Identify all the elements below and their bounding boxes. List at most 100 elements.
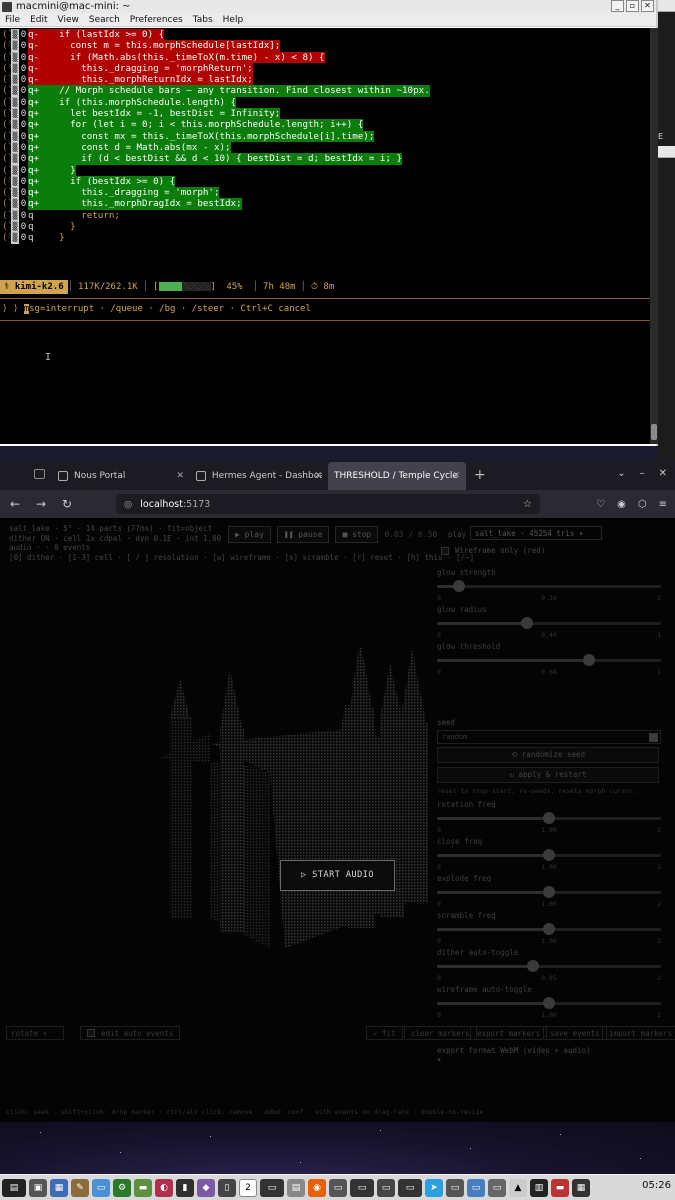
workspace-icon[interactable]: ▯ <box>218 1178 236 1197</box>
menu-tabs[interactable]: Tabs <box>193 15 213 25</box>
telegram-icon[interactable]: ➤ <box>425 1178 443 1197</box>
settings-icon[interactable]: ⚙ <box>113 1178 131 1197</box>
menu-view[interactable]: View <box>58 15 79 25</box>
tab-list-chevron-icon[interactable]: ⌄ <box>617 468 625 479</box>
import-markers-button[interactable]: import markers <box>602 1026 675 1040</box>
new-tab-icon[interactable]: + <box>474 467 486 483</box>
slider-knob[interactable] <box>583 654 596 666</box>
terminal-task-icon[interactable]: ▭ <box>260 1178 284 1197</box>
edit-auto-events-checkbox[interactable] <box>87 1029 95 1037</box>
close-icon[interactable]: ✕ <box>641 0 654 12</box>
close-tab-icon[interactable]: ✕ <box>314 471 322 481</box>
slider-dither-auto-toggle[interactable]: dither auto-toggle 0 0.85 2 <box>437 948 661 982</box>
slider-scramble-freq[interactable]: scramble freq 0 1.00 2 <box>437 911 661 945</box>
app-icon[interactable]: ◆ <box>197 1178 215 1197</box>
firefox-icon[interactable]: ◉ <box>308 1178 326 1197</box>
terminal-titlebar[interactable]: macmini@mac-mini: ~ _ ▫ ✕ <box>0 0 656 13</box>
temple-render[interactable] <box>150 648 480 968</box>
tab-nous-portal[interactable]: Nous Portal ✕ <box>52 462 190 490</box>
terminal-task-icon[interactable]: ▭ <box>398 1178 422 1197</box>
forward-icon[interactable]: → <box>34 497 48 511</box>
back-icon[interactable]: ← <box>8 497 22 511</box>
app-icon[interactable]: ▤ <box>287 1178 305 1197</box>
save-events-button[interactable]: save events <box>543 1026 607 1040</box>
flag-icon[interactable]: ▬ <box>551 1178 569 1197</box>
url-bar[interactable]: ◎ localhost:5173 ☆ <box>116 494 540 514</box>
terminal-scrollbar[interactable] <box>650 28 658 444</box>
pause-button[interactable]: ❚❚ pause <box>276 526 330 543</box>
slider-knob[interactable] <box>520 617 533 629</box>
slider-knob[interactable] <box>543 849 555 861</box>
model-select[interactable]: salt_lake · 45254 tris ▾ <box>470 526 602 540</box>
tab-threshold[interactable]: THRESHOLD / Temple Cycle ✕ <box>328 462 466 490</box>
background-window[interactable]: E <box>658 0 675 460</box>
slider-knob[interactable] <box>543 812 555 824</box>
stop-button[interactable]: ■ stop <box>335 526 379 543</box>
app-icon[interactable]: ▬ <box>134 1178 152 1197</box>
close-tab-icon[interactable]: ✕ <box>452 471 460 481</box>
play-button[interactable]: ▶ play <box>228 526 271 543</box>
workspace-switcher-icon[interactable]: 2 <box>239 1178 257 1197</box>
wireframe-checkbox[interactable] <box>441 546 449 555</box>
close-icon[interactable]: ✕ <box>659 468 667 479</box>
minimize-icon[interactable]: – <box>640 468 645 479</box>
fit-button[interactable]: ✓ fit <box>366 1026 403 1040</box>
site-info-icon[interactable]: ◎ <box>124 499 132 510</box>
tab-overview-icon[interactable] <box>34 469 45 479</box>
close-tab-icon[interactable]: ✕ <box>176 471 184 481</box>
menu-file[interactable]: File <box>5 15 20 25</box>
app-icon[interactable]: ▲ <box>509 1178 527 1197</box>
reload-icon[interactable]: ↻ <box>60 497 74 511</box>
slider-explode-freq[interactable]: explode freq 0 1.00 2 <box>437 874 661 908</box>
slider-close-freq[interactable]: close freq 0 1.00 2 <box>437 837 661 871</box>
slider-knob[interactable] <box>527 960 540 972</box>
extensions-icon[interactable]: ⬡ <box>638 499 647 510</box>
app-icon[interactable]: ▭ <box>329 1178 347 1197</box>
folder-icon[interactable]: ▭ <box>92 1178 110 1197</box>
terminal-icon[interactable]: ▮ <box>176 1178 194 1197</box>
media-icon[interactable]: ◐ <box>155 1178 173 1197</box>
network-icon[interactable]: ▦ <box>572 1178 590 1197</box>
menu-preferences[interactable]: Preferences <box>130 15 183 25</box>
files-icon[interactable]: ▦ <box>50 1178 68 1197</box>
minimize-icon[interactable]: _ <box>611 0 624 12</box>
app-icon[interactable]: ▭ <box>488 1178 506 1197</box>
menu-help[interactable]: Help <box>223 15 244 25</box>
slider-glow-radius[interactable]: glow radius 0 0.40 1 <box>437 605 661 639</box>
terminal-task-icon[interactable]: ▭ <box>350 1178 374 1197</box>
apply-restart-button[interactable]: ↻ apply & restart <box>437 767 659 783</box>
menu-icon[interactable]: ≡ <box>659 499 667 510</box>
app-icon[interactable]: ▭ <box>446 1178 464 1197</box>
randomize-seed-button[interactable]: ⟲ randomize seed <box>437 747 659 763</box>
clock[interactable]: 05:26 <box>642 1180 671 1191</box>
seed-lock-icon[interactable] <box>649 733 658 742</box>
slider-knob[interactable] <box>453 580 466 592</box>
menu-search[interactable]: Search <box>89 15 120 25</box>
show-desktop-icon[interactable]: ▣ <box>29 1178 47 1197</box>
editor-icon[interactable]: ✎ <box>71 1178 89 1197</box>
export-markers-button[interactable]: export markers <box>470 1026 548 1040</box>
slider-rotation-freq[interactable]: rotation freq 0 1.00 2 <box>437 800 661 834</box>
tab-hermes-dashboard[interactable]: Hermes Agent - Dashboard ✕ <box>190 462 328 490</box>
edit-auto-events-toggle[interactable]: edit auto events <box>80 1026 181 1040</box>
slider-wireframe-auto-toggle[interactable]: wireframe auto-toggle 0 1.00 2 <box>437 985 661 1019</box>
start-menu-icon[interactable]: ▤ <box>2 1178 26 1197</box>
bookmark-star-icon[interactable]: ☆ <box>523 499 532 510</box>
slider-glow-strength[interactable]: glow strength 0 0.10 2 <box>437 568 661 602</box>
tray-icon[interactable]: ▥ <box>530 1178 548 1197</box>
page-viewport[interactable]: salt_lake · 5° · 14 parts (77ms) · fit=o… <box>0 518 675 1122</box>
slider-glow-threshold[interactable]: glow threshold 0 0.68 1 <box>437 642 661 676</box>
slider-knob[interactable] <box>543 886 555 898</box>
folder-icon[interactable]: ▭ <box>467 1178 485 1197</box>
input-prompt[interactable]: ⟩ ⟩ msg=interrupt · /queue · /bg · /stee… <box>2 304 311 314</box>
account-icon[interactable]: ◉ <box>617 499 626 510</box>
terminal-output[interactable]: (` ▒ 0 q- if (lastIdx >= 0) {(` ▒ 0 q- const m… <box>0 28 650 444</box>
rotate-select[interactable]: rotate ▾ <box>6 1026 64 1040</box>
slider-knob[interactable] <box>543 923 555 935</box>
seed-input[interactable]: random <box>437 730 661 744</box>
pocket-icon[interactable]: ♡ <box>596 499 605 510</box>
maximize-icon[interactable]: ▫ <box>626 0 639 12</box>
menu-edit[interactable]: Edit <box>30 15 47 25</box>
app-icon[interactable]: ▭ <box>377 1178 395 1197</box>
slider-knob[interactable] <box>543 997 555 1009</box>
